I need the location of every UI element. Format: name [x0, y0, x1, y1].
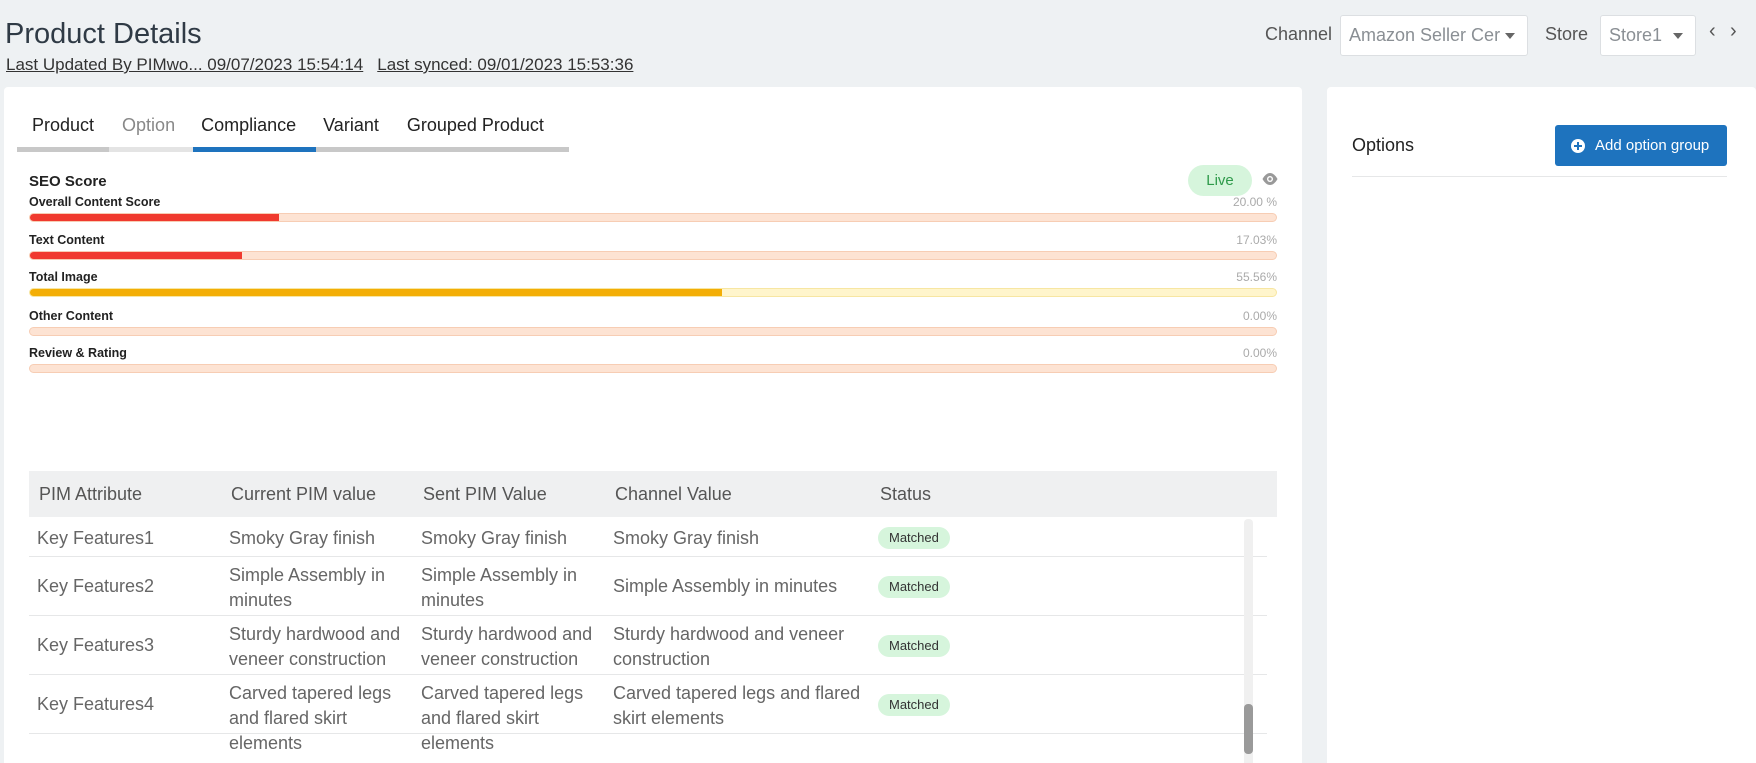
cell-current: Sturdy hardwood and veneer construction [229, 624, 401, 669]
cell-current: Smoky Gray finish [229, 527, 376, 548]
tab-active-indicator [193, 147, 316, 152]
live-status-badge: Live [1188, 165, 1252, 196]
seo-score-title: SEO Score [29, 173, 107, 190]
cell-attribute: Key Features1 [37, 527, 155, 548]
cell-current: Simple Assembly in minutes [229, 565, 386, 610]
column-header-channel-value[interactable]: Channel Value [615, 484, 732, 505]
score-label: Review & Rating [29, 346, 127, 360]
tab-option[interactable]: Option [109, 115, 188, 145]
score-progress-bar [29, 213, 1277, 222]
score-progress-fill [30, 289, 723, 296]
tab-grouped-product[interactable]: Grouped Product [393, 115, 558, 145]
cell-sent: Simple Assembly in minutes [421, 565, 578, 610]
table-row[interactable]: Key Features4 Carved tapered legs and fla… [29, 675, 1267, 753]
score-progress-bar [29, 327, 1277, 336]
score-progress-fill [30, 214, 280, 221]
options-divider [1352, 176, 1727, 177]
cell-sent: Sturdy hardwood and veneer construction [421, 624, 593, 669]
status-badge: Matched [878, 575, 950, 598]
add-option-group-button[interactable]: Add option group [1555, 125, 1727, 166]
compliance-card: Product Option Compliance Variant Grouped Pr… [4, 87, 1302, 763]
cell-current: Carved tapered legs and flared skirt ele… [229, 683, 392, 753]
channel-select[interactable]: Amazon Seller Cer [1340, 15, 1528, 56]
score-label: Total Image [29, 270, 98, 284]
tab-muted-bar [109, 147, 193, 152]
column-header-pim-attribute[interactable]: PIM Attribute [39, 484, 142, 505]
chevron-down-icon [1673, 33, 1683, 39]
score-value: 55.56% [1236, 270, 1277, 284]
plus-circle-icon [1571, 139, 1585, 153]
score-progress-fill [30, 252, 243, 259]
score-label: Text Content [29, 233, 105, 247]
column-header-current-pim-value[interactable]: Current PIM value [231, 484, 376, 505]
score-label: Other Content [29, 309, 114, 323]
tab-bar: Product Option Compliance Variant Grouped Pr… [17, 115, 558, 145]
cell-attribute: Key Features4 [37, 694, 155, 714]
cell-channel: Sturdy hardwood and veneer construction [613, 624, 845, 669]
status-badge: Matched [878, 693, 950, 716]
cell-sent: Carved tapered legs and flared skirt ele… [421, 683, 584, 753]
last-synced-text[interactable]: Last synced: 09/01/2023 15:53:36 [377, 55, 633, 74]
page-title: Product Details [5, 18, 202, 50]
score-progress-bar [29, 251, 1277, 260]
add-option-group-label: Add option group [1595, 137, 1710, 154]
last-updated-text: Last Updated By PIMwo... 09/07/2023 15:5… [6, 55, 364, 74]
update-meta: Last Updated By PIMwo... 09/07/2023 15:5… [6, 55, 633, 75]
prev-arrow-icon[interactable]: ‹ [1709, 20, 1716, 43]
tab-product[interactable]: Product [17, 115, 109, 145]
table-scrollbar-thumb[interactable] [1244, 704, 1253, 754]
store-select-value: Store1 [1609, 25, 1663, 45]
table-header: PIM Attribute Current PIM value Sent PIM V… [29, 471, 1277, 517]
channel-label: Channel [1265, 24, 1333, 44]
status-badge: Matched [878, 634, 950, 657]
table-row[interactable]: Key Features1 Smoky Gray finish Smoky Gray… [29, 519, 1267, 557]
cell-channel: Smoky Gray finish [613, 527, 760, 548]
score-progress-bar [29, 364, 1277, 373]
options-panel: Options Add option group [1327, 87, 1756, 763]
options-title: Options [1352, 135, 1415, 155]
column-header-sent-pim-value[interactable]: Sent PIM Value [423, 484, 547, 505]
cell-channel: Simple Assembly in minutes [613, 576, 838, 596]
score-label: Overall Content Score [29, 195, 161, 209]
score-value: 20.00 % [1232, 195, 1277, 209]
tab-variant[interactable]: Variant [309, 115, 393, 145]
tab-compliance[interactable]: Compliance [188, 115, 309, 145]
score-value: 0.00% [1242, 346, 1277, 360]
store-select[interactable]: Store1 [1600, 15, 1696, 56]
eye-icon[interactable] [1261, 172, 1279, 186]
chevron-down-icon [1505, 33, 1515, 39]
table-row[interactable]: Key Features3 Sturdy hardwood and veneer … [29, 616, 1267, 675]
cell-attribute: Key Features3 [37, 635, 155, 655]
score-value: 17.03% [1236, 233, 1277, 247]
next-arrow-icon[interactable]: › [1730, 20, 1737, 43]
status-badge: Matched [878, 527, 950, 549]
score-progress-bar [29, 288, 1277, 297]
cell-channel: Carved tapered legs and flared skirt ele… [613, 683, 861, 728]
compliance-table-body[interactable]: Key Features1 Smoky Gray finish Smoky Gray… [29, 519, 1277, 763]
cell-attribute: Key Features2 [37, 576, 155, 596]
channel-select-value: Amazon Seller Cer [1349, 25, 1501, 45]
column-header-status[interactable]: Status [880, 484, 931, 505]
cell-sent: Smoky Gray finish [421, 527, 568, 548]
score-value: 0.00% [1242, 309, 1277, 323]
store-label: Store [1545, 24, 1589, 44]
table-row[interactable]: Key Features2 Simple Assembly in minutes S… [29, 557, 1267, 616]
